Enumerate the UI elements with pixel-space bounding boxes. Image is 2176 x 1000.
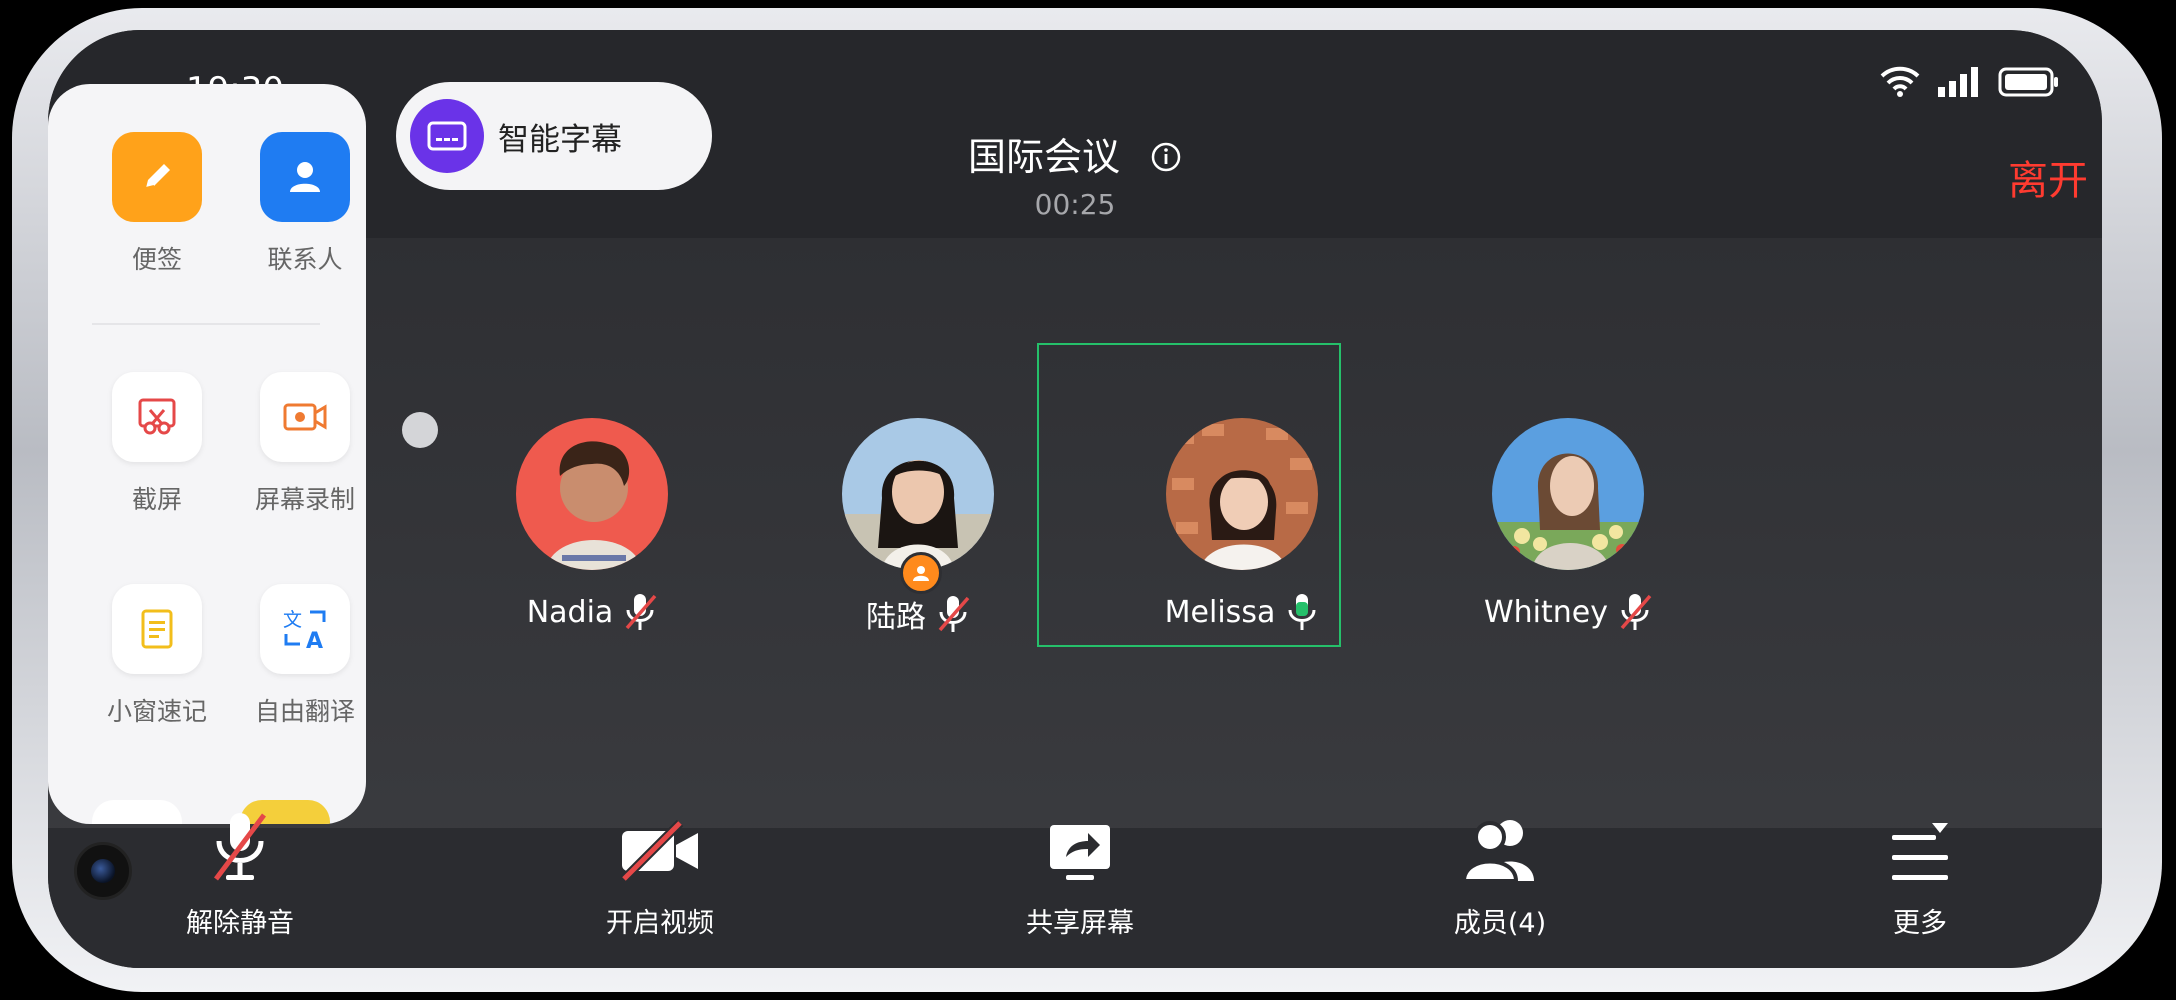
unmute-button[interactable]: 解除静音 bbox=[130, 805, 350, 940]
front-camera bbox=[74, 842, 132, 900]
translate-icon: 文 A bbox=[260, 584, 350, 674]
contact-person-icon bbox=[260, 132, 350, 222]
svg-text:A: A bbox=[306, 629, 323, 652]
members-label: 成员(4) bbox=[1453, 908, 1547, 939]
mic-muted-icon bbox=[938, 596, 970, 632]
participant-tile[interactable]: Nadia bbox=[452, 418, 732, 632]
dock-divider bbox=[92, 323, 320, 325]
dock-item-label: 便签 bbox=[131, 245, 182, 274]
participant-tile[interactable]: 陆路 bbox=[778, 418, 1058, 636]
participant-name-row: Whitney bbox=[1428, 592, 1708, 632]
participant-name: Nadia bbox=[526, 594, 614, 630]
wifi-icon bbox=[1880, 66, 1920, 97]
video-record-icon bbox=[260, 372, 350, 462]
participant-name-row: Melissa bbox=[1102, 592, 1382, 632]
dock-item-screenshot[interactable]: 截屏 bbox=[82, 372, 232, 516]
meeting-title-text: 国际会议 bbox=[967, 135, 1120, 179]
participant-name: Whitney bbox=[1484, 594, 1608, 630]
mic-muted-icon bbox=[130, 805, 350, 883]
status-icons bbox=[1880, 66, 2060, 98]
signal-icon bbox=[1938, 67, 1978, 97]
mic-speaking-icon bbox=[1288, 594, 1316, 630]
battery-icon bbox=[1998, 67, 2058, 97]
dock-item-notes[interactable]: 便签 bbox=[82, 132, 232, 276]
dock-item-label: 屏幕录制 bbox=[254, 485, 355, 514]
dock-item-label: 截屏 bbox=[131, 485, 182, 514]
members-icon bbox=[1390, 805, 1610, 883]
unmute-label: 解除静音 bbox=[186, 908, 294, 939]
more-label: 更多 bbox=[1893, 908, 1947, 939]
video-off-icon bbox=[550, 805, 770, 883]
dock-item-translate[interactable]: 文 A 自由翻译 bbox=[230, 584, 366, 728]
avatar bbox=[842, 418, 994, 594]
participant-name-row: 陆路 bbox=[778, 592, 1058, 636]
share-screen-icon bbox=[970, 805, 1190, 883]
mic-muted-icon bbox=[1620, 594, 1652, 630]
host-badge-icon bbox=[900, 552, 942, 594]
dock-item-label: 小窗速记 bbox=[106, 697, 207, 726]
dock-item-quick-note[interactable]: 小窗速记 bbox=[82, 584, 232, 728]
participant-tile-active[interactable]: Melissa bbox=[1102, 418, 1382, 632]
dock-item-label: 联系人 bbox=[267, 245, 343, 274]
avatar bbox=[1492, 418, 1644, 570]
subtitle-icon bbox=[410, 99, 484, 173]
share-screen-button[interactable]: 共享屏幕 bbox=[970, 805, 1190, 940]
dock-item-label: 自由翻译 bbox=[254, 697, 355, 726]
dock-item-contacts[interactable]: 联系人 bbox=[230, 132, 366, 276]
share-screen-label: 共享屏幕 bbox=[1026, 908, 1134, 939]
mic-muted-icon bbox=[625, 594, 657, 630]
start-video-button[interactable]: 开启视频 bbox=[550, 805, 770, 940]
sidebar-drag-handle[interactable] bbox=[402, 412, 438, 448]
participant-tile[interactable]: Whitney bbox=[1428, 418, 1708, 632]
more-button[interactable]: 更多 bbox=[1810, 805, 2030, 940]
smart-subtitle-label: 智能字幕 bbox=[498, 121, 622, 158]
smart-subtitle-button[interactable]: 智能字幕 bbox=[396, 82, 712, 190]
info-icon[interactable] bbox=[1150, 138, 1182, 182]
members-button[interactable]: 成员(4) bbox=[1390, 805, 1610, 940]
leave-button[interactable]: 离开 bbox=[2008, 148, 2088, 206]
participant-name: Melissa bbox=[1164, 594, 1276, 630]
note-pen-icon bbox=[112, 132, 202, 222]
participant-name-row: Nadia bbox=[452, 592, 732, 632]
smart-sidebar: 便签 联系人 截屏 屏幕录制 小窗速记 文 A 自由翻译 bbox=[48, 84, 366, 824]
quick-note-icon bbox=[112, 584, 202, 674]
avatar bbox=[1166, 418, 1318, 570]
more-menu-icon bbox=[1810, 805, 2030, 883]
start-video-label: 开启视频 bbox=[606, 908, 714, 939]
participant-name: 陆路 bbox=[866, 600, 926, 635]
avatar bbox=[516, 418, 668, 570]
svg-text:文: 文 bbox=[283, 609, 302, 631]
dock-item-screen-record[interactable]: 屏幕录制 bbox=[230, 372, 366, 516]
scissors-icon bbox=[112, 372, 202, 462]
